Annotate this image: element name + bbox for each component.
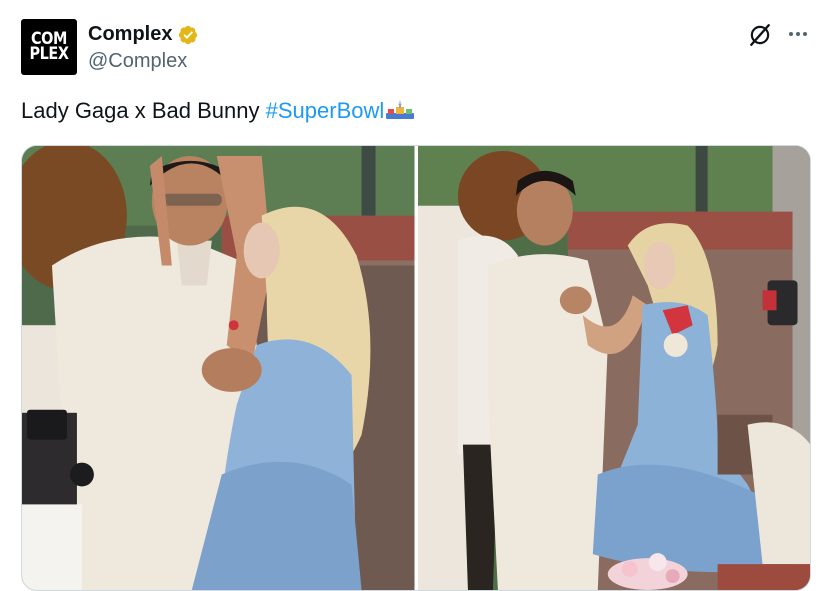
tweet-header: COM PLEX Complex @Complex xyxy=(21,19,811,77)
photo-1-image xyxy=(22,146,415,590)
tweet-media-grid xyxy=(21,145,811,591)
more-icon-dot xyxy=(796,32,800,36)
media-photo-left[interactable] xyxy=(22,146,415,590)
avatar[interactable]: COM PLEX xyxy=(21,19,77,75)
tweet-text-body: Lady Gaga x Bad Bunny xyxy=(21,98,266,123)
author-name-row: Complex xyxy=(88,23,199,46)
tweet-text: Lady Gaga x Bad Bunny #SuperBowl xyxy=(21,98,415,124)
author-display-name[interactable]: Complex xyxy=(88,23,172,46)
avatar-logo-text: COM PLEX xyxy=(29,29,69,64)
more-options-button[interactable] xyxy=(785,21,811,47)
media-photo-right[interactable] xyxy=(417,146,810,590)
photo-2-image xyxy=(417,146,810,590)
more-icon-dot xyxy=(789,32,793,36)
superbowl-hashflag-icon xyxy=(386,100,415,119)
hashtag-link[interactable]: #SuperBowl xyxy=(266,98,385,123)
verified-badge-icon[interactable] xyxy=(177,24,199,46)
author-handle[interactable]: @Complex xyxy=(88,50,187,73)
more-icon-dot xyxy=(803,32,807,36)
grok-icon[interactable] xyxy=(747,22,773,48)
